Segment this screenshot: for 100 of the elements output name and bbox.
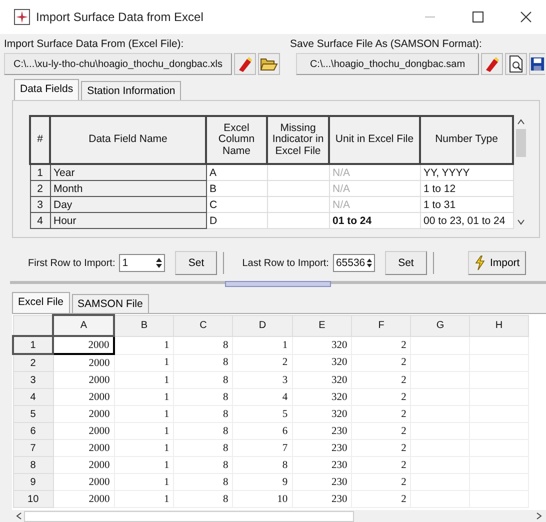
table-cell[interactable]: 2000 xyxy=(53,474,114,490)
table-cell[interactable]: 230 xyxy=(292,456,352,474)
table-cell[interactable]: C xyxy=(206,196,267,212)
tab[interactable]: Data Fields xyxy=(14,79,80,100)
column-header[interactable]: E xyxy=(292,315,352,336)
table-cell[interactable]: 1 xyxy=(114,388,174,406)
table-cell[interactable]: 2000 xyxy=(53,388,114,406)
table-cell[interactable]: 8 xyxy=(174,372,233,388)
table-cell[interactable]: 8 xyxy=(232,456,292,474)
table-cell[interactable]: 230 xyxy=(292,474,352,490)
table-cell[interactable]: 2 xyxy=(352,388,411,406)
table-cell[interactable]: 1 xyxy=(114,406,174,422)
table-cell[interactable]: 2000 xyxy=(53,406,114,422)
table-cell[interactable]: 2 xyxy=(352,354,411,372)
table-cell[interactable]: 1 xyxy=(114,372,174,388)
table-cell[interactable]: 320 xyxy=(292,354,352,372)
table-cell[interactable]: 10 xyxy=(232,490,292,508)
scroll-left-icon[interactable] xyxy=(16,512,22,520)
table-cell[interactable]: 2 xyxy=(352,372,411,388)
table-cell[interactable]: 2 xyxy=(352,406,411,422)
table-cell[interactable]: 230 xyxy=(292,440,352,456)
row-header[interactable]: 8 xyxy=(13,456,54,474)
table-cell[interactable]: 1 xyxy=(114,422,174,440)
set-button[interactable]: Set xyxy=(384,251,427,275)
scroll-thumb[interactable] xyxy=(24,510,354,522)
table-cell[interactable]: 320 xyxy=(292,372,352,388)
table-cell[interactable]: 1 xyxy=(232,336,292,354)
table-cell[interactable]: 2 xyxy=(352,456,411,474)
maximize-icon[interactable] xyxy=(472,11,484,23)
close-icon[interactable] xyxy=(520,11,532,23)
preview-button[interactable] xyxy=(505,53,527,75)
column-header[interactable]: C xyxy=(174,315,233,336)
table-cell[interactable]: D xyxy=(206,212,267,228)
table-cell[interactable]: 320 xyxy=(292,388,352,406)
tab[interactable]: SAMSON File xyxy=(72,294,149,313)
set-button[interactable]: Set xyxy=(175,251,218,275)
row-header[interactable]: 6 xyxy=(13,422,54,440)
path-field[interactable]: C:\...\hoagio_thochu_dongbac.sam xyxy=(296,53,479,75)
row-header[interactable]: 5 xyxy=(13,406,54,422)
table-cell[interactable]: 1 xyxy=(114,490,174,508)
table-cell[interactable]: 2000 xyxy=(53,456,114,474)
table-cell[interactable]: YY, YYYY xyxy=(420,164,513,180)
table-cell[interactable]: 320 xyxy=(292,336,352,354)
table-cell[interactable]: 230 xyxy=(292,490,352,508)
table-cell[interactable]: 7 xyxy=(232,440,292,456)
table-cell[interactable]: 2 xyxy=(232,354,292,372)
table-cell[interactable]: 2 xyxy=(352,336,411,354)
row-header[interactable]: 9 xyxy=(13,474,54,490)
spin-field[interactable]: 65536 xyxy=(332,254,375,272)
table-cell[interactable]: 2 xyxy=(352,474,411,490)
row-header[interactable]: 2 xyxy=(13,354,54,372)
table-cell[interactable]: B xyxy=(206,180,267,196)
table-cell[interactable]: 3 xyxy=(232,372,292,388)
table-cell[interactable] xyxy=(267,196,329,212)
scroll-down-icon[interactable] xyxy=(517,219,525,225)
row-header[interactable]: 1 xyxy=(13,336,54,354)
spin-arrows-icon[interactable] xyxy=(154,256,164,270)
table-cell[interactable]: 8 xyxy=(174,440,233,456)
table-cell[interactable]: 2 xyxy=(352,490,411,508)
open-folder-button[interactable] xyxy=(258,53,280,75)
scrollbar[interactable] xyxy=(12,510,546,522)
table-cell[interactable]: 1 xyxy=(114,440,174,456)
table-cell[interactable]: 5 xyxy=(232,406,292,422)
table-cell[interactable]: 8 xyxy=(174,354,233,372)
clear-button[interactable] xyxy=(481,53,503,75)
path-field[interactable]: C:\...\xu-ly-tho-chu\hoagio_thochu_dongbac.xls xyxy=(4,53,232,75)
table-cell[interactable]: 1 xyxy=(114,354,174,372)
spin-arrows-icon[interactable] xyxy=(365,256,374,270)
table-cell[interactable]: 320 xyxy=(292,406,352,422)
table-cell[interactable]: 2000 xyxy=(53,372,114,388)
table-cell[interactable]: 9 xyxy=(232,474,292,490)
table-cell[interactable]: 2000 xyxy=(53,422,114,440)
column-header[interactable]: D xyxy=(232,315,292,336)
table-cell[interactable]: 8 xyxy=(174,406,233,422)
row-header[interactable]: 4 xyxy=(13,388,54,406)
table-cell[interactable]: 2 xyxy=(352,422,411,440)
clear-button[interactable] xyxy=(234,53,256,75)
table-cell[interactable]: 8 xyxy=(174,490,233,508)
column-header[interactable]: H xyxy=(470,315,528,336)
table-cell[interactable]: 1 to 31 xyxy=(420,196,513,212)
table-cell[interactable]: 8 xyxy=(174,336,233,354)
table-cell[interactable] xyxy=(267,164,329,180)
table-cell[interactable]: 2000 xyxy=(53,490,114,508)
row-header[interactable]: 10 xyxy=(13,490,54,508)
table-cell[interactable]: 2000 xyxy=(53,336,114,354)
splitter-handle[interactable] xyxy=(225,281,331,287)
column-header[interactable]: G xyxy=(410,315,470,336)
table-cell[interactable]: 8 xyxy=(174,422,233,440)
spin-field[interactable]: 1 xyxy=(119,254,166,272)
table-cell[interactable] xyxy=(267,180,329,196)
table-cell[interactable]: 2 xyxy=(352,440,411,456)
table-cell[interactable]: 6 xyxy=(232,422,292,440)
table-cell[interactable]: 2000 xyxy=(53,354,114,372)
tab[interactable]: Station Information xyxy=(81,81,182,100)
table-cell[interactable]: 230 xyxy=(292,422,352,440)
save-button[interactable] xyxy=(529,53,545,75)
column-header[interactable]: B xyxy=(114,315,174,336)
table-cell[interactable]: 8 xyxy=(174,456,233,474)
table-cell[interactable]: A xyxy=(206,164,267,180)
table-cell[interactable]: 4 xyxy=(232,388,292,406)
